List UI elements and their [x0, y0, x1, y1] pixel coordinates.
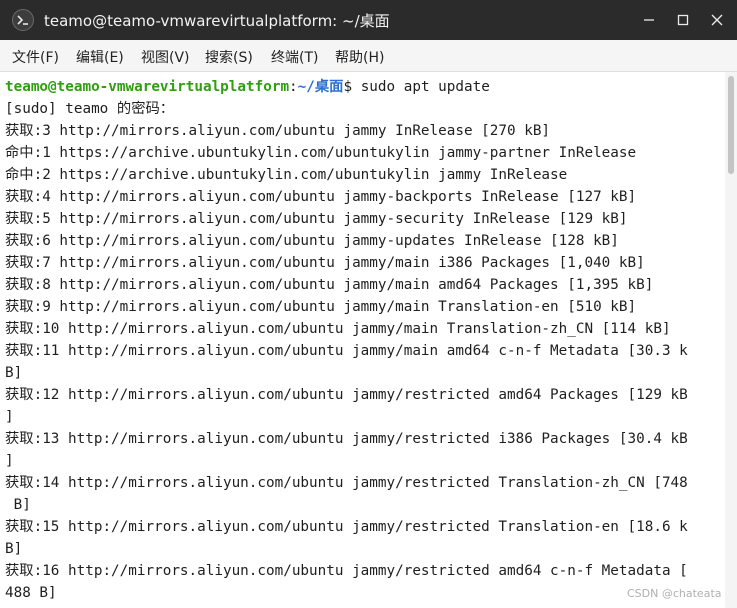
close-icon: [711, 14, 723, 26]
output-line: 获取:11 http://mirrors.aliyun.com/ubuntu j…: [5, 343, 688, 359]
output-line: 获取:13 http://mirrors.aliyun.com/ubuntu j…: [5, 431, 688, 447]
menu-bar: 文件(F) 编辑(E) 视图(V) 搜索(S) 终端(T) 帮助(H): [0, 40, 737, 72]
terminal-output[interactable]: teamo@teamo-vmwarevirtualplatform:~/桌面$ …: [0, 76, 724, 608]
menu-view[interactable]: 视图(V): [141, 47, 190, 67]
output-line: 获取:5 http://mirrors.aliyun.com/ubuntu ja…: [5, 211, 628, 227]
output-line: 获取:15 http://mirrors.aliyun.com/ubuntu j…: [5, 519, 688, 535]
prompt-line: teamo@teamo-vmwarevirtualplatform:~/桌面$ …: [5, 76, 490, 98]
output-line: 获取:9 http://mirrors.aliyun.com/ubuntu ja…: [5, 299, 637, 315]
prompt-path: ~/桌面: [297, 79, 344, 95]
output-line: 命中:1 https://archive.ubuntukylin.com/ubu…: [5, 145, 637, 161]
output-line: ]: [5, 409, 14, 425]
vertical-scrollbar[interactable]: [725, 72, 737, 608]
output-line: 获取:16 http://mirrors.aliyun.com/ubuntu j…: [5, 563, 688, 579]
terminal-icon: [12, 9, 34, 31]
close-button[interactable]: [700, 6, 734, 34]
output-line: ]: [5, 453, 14, 469]
output-line: 获取:4 http://mirrors.aliyun.com/ubuntu ja…: [5, 189, 637, 205]
prompt-user-host: teamo@teamo-vmwarevirtualplatform: [5, 79, 290, 95]
output-line: [sudo] teamo 的密码：: [5, 101, 175, 117]
menu-edit[interactable]: 编辑(E): [76, 47, 124, 67]
maximize-icon: [677, 14, 689, 26]
output-line: B]: [5, 365, 23, 381]
minimize-button[interactable]: [632, 6, 666, 34]
output-line: 获取:10 http://mirrors.aliyun.com/ubuntu j…: [5, 321, 671, 337]
output-line: B]: [5, 497, 31, 513]
output-line: 获取:7 http://mirrors.aliyun.com/ubuntu ja…: [5, 255, 645, 271]
output-line: 获取:14 http://mirrors.aliyun.com/ubuntu j…: [5, 475, 688, 491]
output-line: 获取:6 http://mirrors.aliyun.com/ubuntu ja…: [5, 233, 619, 249]
terminal-window: teamo@teamo-vmwarevirtualplatform: ~/桌面 …: [0, 0, 737, 608]
menu-search[interactable]: 搜索(S): [205, 47, 253, 67]
output-line: 获取:3 http://mirrors.aliyun.com/ubuntu ja…: [5, 123, 551, 139]
scrollbar-thumb[interactable]: [728, 76, 734, 174]
prompt-command: sudo apt update: [360, 79, 490, 95]
minimize-icon: [644, 19, 654, 21]
output-line: 获取:12 http://mirrors.aliyun.com/ubuntu j…: [5, 387, 688, 403]
output-line: 获取:8 http://mirrors.aliyun.com/ubuntu ja…: [5, 277, 654, 293]
maximize-button[interactable]: [666, 6, 700, 34]
prompt-symbol: $: [343, 79, 361, 95]
output-line: 488 B]: [5, 585, 57, 601]
menu-terminal[interactable]: 终端(T): [271, 47, 318, 67]
output-line: 命中:2 https://archive.ubuntukylin.com/ubu…: [5, 167, 568, 183]
menu-file[interactable]: 文件(F): [12, 47, 59, 67]
title-bar[interactable]: teamo@teamo-vmwarevirtualplatform: ~/桌面: [0, 0, 737, 40]
output-line: B]: [5, 541, 23, 557]
watermark: CSDN @chateata: [627, 587, 722, 600]
menu-help[interactable]: 帮助(H): [335, 47, 384, 67]
window-title: teamo@teamo-vmwarevirtualplatform: ~/桌面: [44, 12, 390, 30]
prompt-separator: :: [289, 79, 298, 95]
